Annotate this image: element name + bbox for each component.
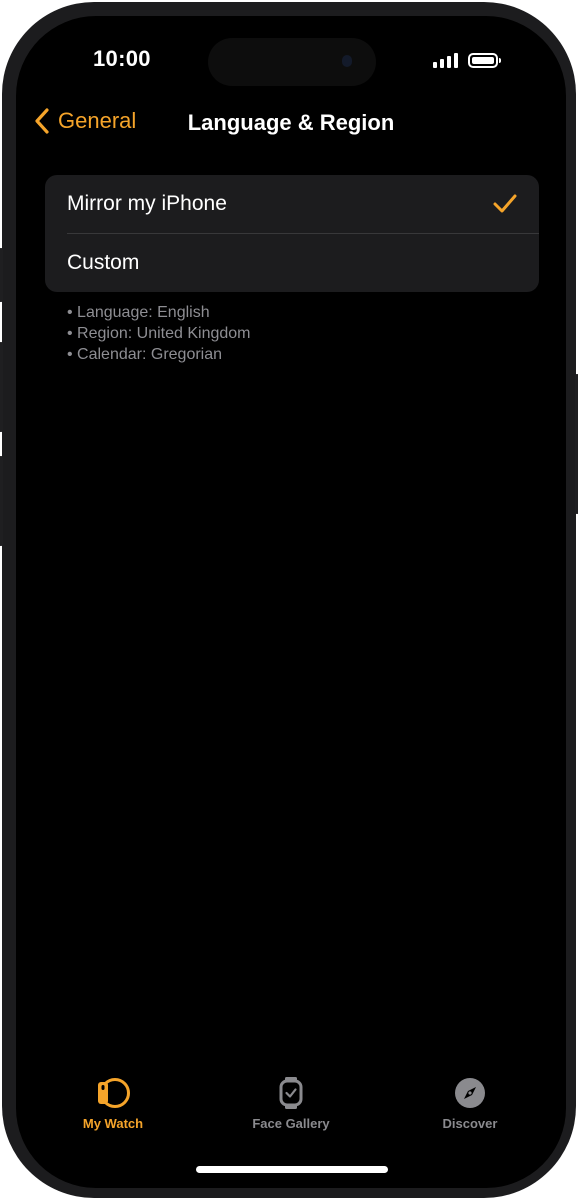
tab-label: My Watch: [82, 1116, 144, 1131]
status-time: 10:00: [93, 46, 151, 71]
compass-icon: [455, 1078, 485, 1108]
summary-calendar: • Calendar: Gregorian: [67, 346, 223, 363]
dynamic-island: [208, 38, 376, 86]
option-label: Custom: [67, 251, 140, 274]
page-title: Language & Region: [187, 110, 395, 135]
tab-discover[interactable]: Discover: [400, 1076, 540, 1131]
language-options-list: Mirror my iPhone Custom: [45, 175, 539, 292]
cellular-signal-icon: [433, 52, 458, 68]
face-gallery-icon: [279, 1077, 303, 1109]
option-mirror-my-iphone[interactable]: Mirror my iPhone: [45, 175, 539, 233]
tab-face-gallery[interactable]: Face Gallery: [221, 1076, 361, 1131]
tab-bar: My Watch Face Gallery Discover: [16, 1076, 566, 1136]
watch-icon: [98, 1078, 130, 1108]
volume-down-button: [0, 456, 3, 546]
summary-region: • Region: United Kingdom: [67, 325, 251, 342]
front-camera: [342, 55, 352, 67]
action-button: [0, 248, 3, 302]
volume-up-button: [0, 342, 3, 432]
summary-language: • Language: English: [67, 304, 210, 321]
status-icons: [433, 52, 501, 68]
option-custom[interactable]: Custom: [45, 234, 539, 292]
screen: 10:00 General Language & Region Mirror m…: [16, 16, 566, 1188]
tab-label: Discover: [442, 1116, 498, 1131]
tab-my-watch[interactable]: My Watch: [43, 1076, 183, 1131]
tab-label: Face Gallery: [252, 1116, 330, 1131]
navigation-bar: General Language & Region: [16, 104, 566, 144]
phone-frame: 10:00 General Language & Region Mirror m…: [0, 2, 578, 1198]
checkmark-icon: [493, 194, 517, 213]
battery-icon: [468, 52, 501, 68]
current-settings-summary: • Language: English • Region: United Kin…: [67, 302, 250, 365]
home-indicator[interactable]: [196, 1166, 388, 1173]
option-label: Mirror my iPhone: [67, 192, 227, 215]
